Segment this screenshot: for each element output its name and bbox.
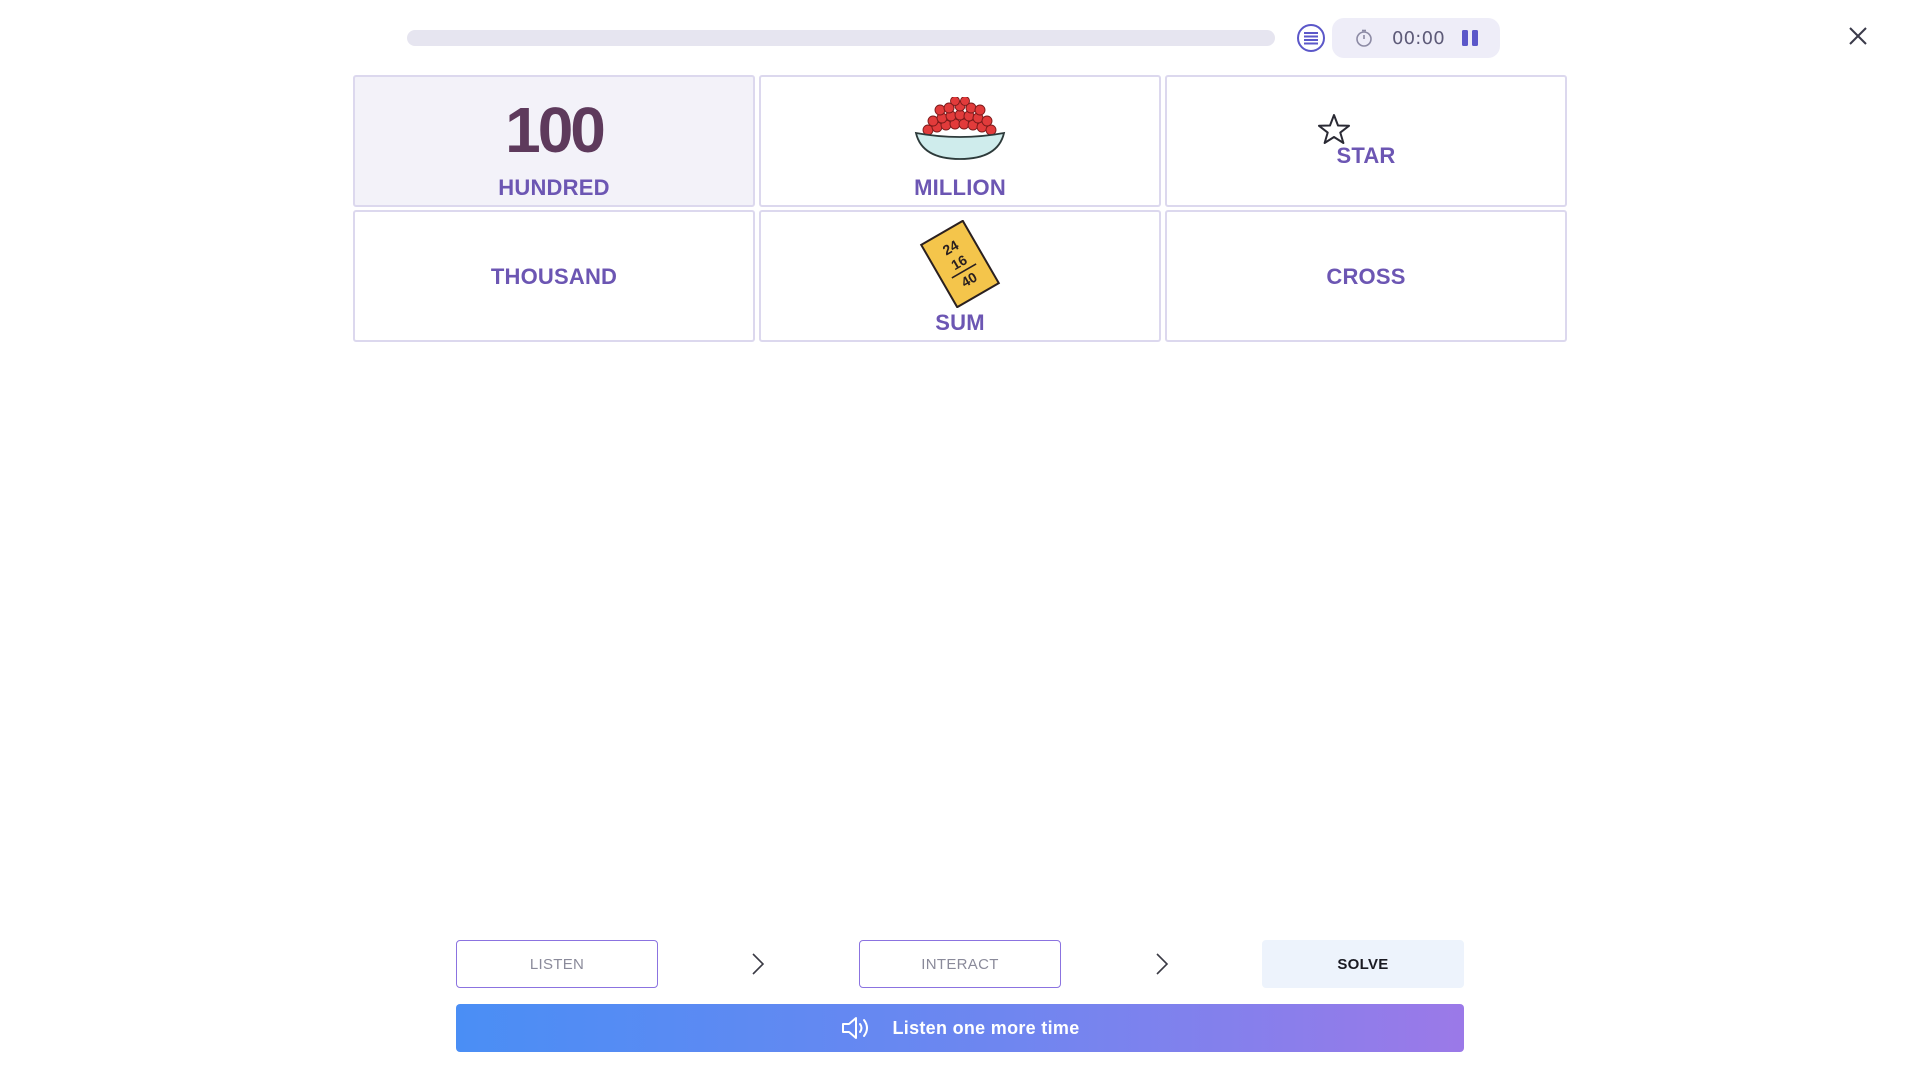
- pause-button[interactable]: [1458, 28, 1482, 48]
- cell-thousand[interactable]: THOUSAND: [353, 210, 755, 342]
- cell-label: THOUSAND: [490, 264, 618, 289]
- cell-label: STAR: [1336, 143, 1396, 168]
- cell-label: CROSS: [1326, 264, 1406, 289]
- number-100-illustration: 100: [505, 94, 606, 166]
- list-icon: [1304, 32, 1318, 45]
- answer-grid: 100 HUNDRED MILLION STAR THOUSAND 24 16 …: [353, 75, 1567, 342]
- timer-value: 00:00: [1392, 28, 1445, 49]
- list-button[interactable]: [1297, 24, 1325, 52]
- listen-again-button[interactable]: Listen one more time: [456, 1004, 1464, 1052]
- speaker-icon: [842, 1017, 869, 1039]
- bowl-of-berries-icon: [914, 97, 1006, 160]
- step-solve[interactable]: SOLVE: [1262, 940, 1464, 988]
- clock-icon: [1356, 29, 1372, 47]
- chevron-right-icon: [1156, 953, 1169, 975]
- cell-label: SUM: [935, 310, 985, 335]
- cell-million[interactable]: MILLION: [759, 75, 1161, 207]
- progress-bar: [407, 30, 1275, 46]
- step-listen[interactable]: LISTEN: [456, 940, 658, 988]
- star-icon: [1318, 114, 1350, 144]
- cell-sum[interactable]: 24 16 40 SUM: [759, 210, 1161, 342]
- close-icon[interactable]: [1846, 24, 1870, 48]
- cell-label: HUNDRED: [498, 175, 610, 200]
- cell-hundred[interactable]: 100 HUNDRED: [353, 75, 755, 207]
- listen-again-label: Listen one more time: [892, 1017, 1080, 1038]
- cell-star[interactable]: STAR: [1165, 75, 1567, 207]
- cell-cross[interactable]: CROSS: [1165, 210, 1567, 342]
- pause-icon: [1462, 30, 1468, 46]
- pause-icon: [1472, 30, 1478, 46]
- timer: 00:00: [1332, 18, 1500, 58]
- step-interact[interactable]: INTERACT: [859, 940, 1061, 988]
- cell-label: MILLION: [914, 175, 1006, 200]
- sum-card-icon: 24 16 40: [919, 220, 1001, 308]
- chevron-right-icon: [752, 953, 765, 975]
